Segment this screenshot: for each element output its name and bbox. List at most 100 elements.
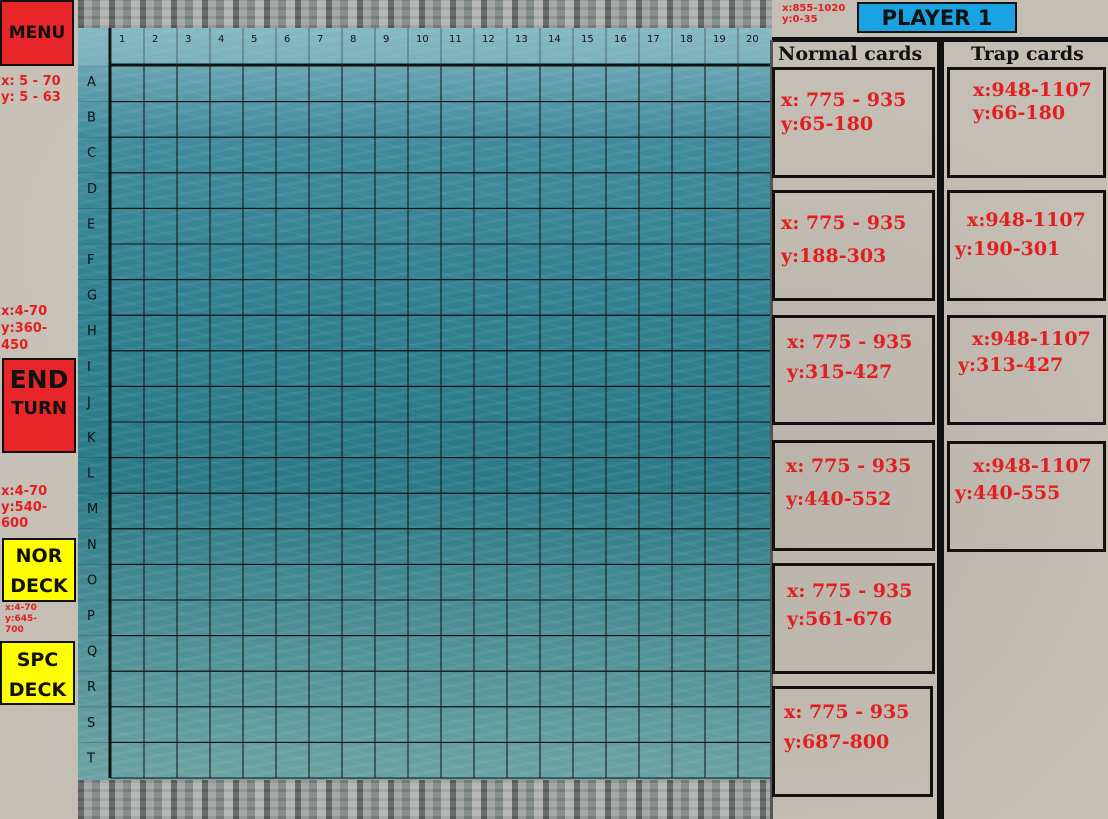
board-cell-H12[interactable] — [473, 314, 508, 352]
board-cell-K5[interactable] — [242, 421, 277, 459]
board-cell-F7[interactable] — [308, 243, 343, 281]
board-cell-N9[interactable] — [374, 528, 409, 565]
board-cell-F12[interactable] — [473, 243, 508, 281]
board-cell-J14[interactable] — [539, 385, 574, 423]
board-cell-B15[interactable] — [572, 101, 607, 138]
board-cell-F3[interactable] — [176, 243, 211, 281]
board-cell-E4[interactable] — [209, 207, 244, 245]
board-cell-O16[interactable] — [605, 563, 640, 601]
board-cell-T9[interactable] — [374, 741, 409, 779]
board-cell-M13[interactable] — [506, 492, 541, 530]
board-cell-N17[interactable] — [638, 528, 673, 565]
board-cell-P14[interactable] — [539, 599, 574, 637]
board-cell-E1[interactable] — [110, 207, 145, 245]
board-cell-A8[interactable] — [341, 65, 376, 103]
board-cell-J6[interactable] — [275, 385, 310, 423]
board-cell-K20[interactable] — [737, 421, 772, 459]
board-cell-E13[interactable] — [506, 207, 541, 245]
board-cell-C18[interactable] — [671, 136, 706, 174]
board-cell-P1[interactable] — [110, 599, 145, 637]
board-cell-P16[interactable] — [605, 599, 640, 637]
board-cell-Q8[interactable] — [341, 635, 376, 672]
board-cell-J4[interactable] — [209, 385, 244, 423]
board-cell-L3[interactable] — [176, 457, 211, 494]
board-cell-C13[interactable] — [506, 136, 541, 174]
board-cell-K13[interactable] — [506, 421, 541, 459]
board-cell-N5[interactable] — [242, 528, 277, 565]
board-cell-P5[interactable] — [242, 599, 277, 637]
board-cell-I11[interactable] — [440, 350, 475, 387]
board-cell-D2[interactable] — [143, 172, 178, 209]
board-cell-E3[interactable] — [176, 207, 211, 245]
board-cell-L10[interactable] — [407, 457, 442, 494]
board-cell-Q19[interactable] — [704, 635, 739, 672]
board-cell-J16[interactable] — [605, 385, 640, 423]
board-cell-Q16[interactable] — [605, 635, 640, 672]
board-cell-J10[interactable] — [407, 385, 442, 423]
board-cell-F10[interactable] — [407, 243, 442, 281]
board-cell-P18[interactable] — [671, 599, 706, 637]
board-cell-Q7[interactable] — [308, 635, 343, 672]
board-cell-H16[interactable] — [605, 314, 640, 352]
board-cell-S14[interactable] — [539, 706, 574, 743]
board-cell-Q14[interactable] — [539, 635, 574, 672]
board-cell-H17[interactable] — [638, 314, 673, 352]
board-cell-G1[interactable] — [110, 279, 145, 316]
board-cell-H15[interactable] — [572, 314, 607, 352]
board-cell-Q10[interactable] — [407, 635, 442, 672]
board-cell-D5[interactable] — [242, 172, 277, 209]
board-cell-G4[interactable] — [209, 279, 244, 316]
board-cell-B11[interactable] — [440, 101, 475, 138]
board-cell-C20[interactable] — [737, 136, 772, 174]
board-cell-G20[interactable] — [737, 279, 772, 316]
board-cell-G2[interactable] — [143, 279, 178, 316]
board-cell-Q9[interactable] — [374, 635, 409, 672]
board-cell-H20[interactable] — [737, 314, 772, 352]
board-cell-D4[interactable] — [209, 172, 244, 209]
board-cell-S9[interactable] — [374, 706, 409, 743]
board-cell-B18[interactable] — [671, 101, 706, 138]
board-cell-I19[interactable] — [704, 350, 739, 387]
board-cell-C16[interactable] — [605, 136, 640, 174]
board-cell-H10[interactable] — [407, 314, 442, 352]
board-cell-Q17[interactable] — [638, 635, 673, 672]
board-cell-J15[interactable] — [572, 385, 607, 423]
board-cell-P8[interactable] — [341, 599, 376, 637]
board-cell-K4[interactable] — [209, 421, 244, 459]
board-cell-D8[interactable] — [341, 172, 376, 209]
board-cell-E12[interactable] — [473, 207, 508, 245]
board-cell-T10[interactable] — [407, 741, 442, 779]
board-cell-T12[interactable] — [473, 741, 508, 779]
board-cell-T15[interactable] — [572, 741, 607, 779]
board-cell-K18[interactable] — [671, 421, 706, 459]
board-cell-T17[interactable] — [638, 741, 673, 779]
board-cell-S1[interactable] — [110, 706, 145, 743]
board-cell-F14[interactable] — [539, 243, 574, 281]
board-cell-T19[interactable] — [704, 741, 739, 779]
board-cell-G5[interactable] — [242, 279, 277, 316]
board-cell-B12[interactable] — [473, 101, 508, 138]
board-cell-C6[interactable] — [275, 136, 310, 174]
board-cell-L7[interactable] — [308, 457, 343, 494]
board-cell-H8[interactable] — [341, 314, 376, 352]
board-cell-Q5[interactable] — [242, 635, 277, 672]
board-cell-G12[interactable] — [473, 279, 508, 316]
board-cell-C9[interactable] — [374, 136, 409, 174]
board-cell-C12[interactable] — [473, 136, 508, 174]
board-cell-M16[interactable] — [605, 492, 640, 530]
board-cell-B17[interactable] — [638, 101, 673, 138]
board-cell-I12[interactable] — [473, 350, 508, 387]
board-cell-A2[interactable] — [143, 65, 178, 103]
board-cell-B13[interactable] — [506, 101, 541, 138]
board-cell-P11[interactable] — [440, 599, 475, 637]
board-cell-D13[interactable] — [506, 172, 541, 209]
board-cell-G7[interactable] — [308, 279, 343, 316]
board-cell-I18[interactable] — [671, 350, 706, 387]
board-cell-J19[interactable] — [704, 385, 739, 423]
board-cell-R4[interactable] — [209, 670, 244, 708]
board-cell-E2[interactable] — [143, 207, 178, 245]
board-cell-O19[interactable] — [704, 563, 739, 601]
board-cell-I13[interactable] — [506, 350, 541, 387]
board-cell-C11[interactable] — [440, 136, 475, 174]
board-cell-K11[interactable] — [440, 421, 475, 459]
